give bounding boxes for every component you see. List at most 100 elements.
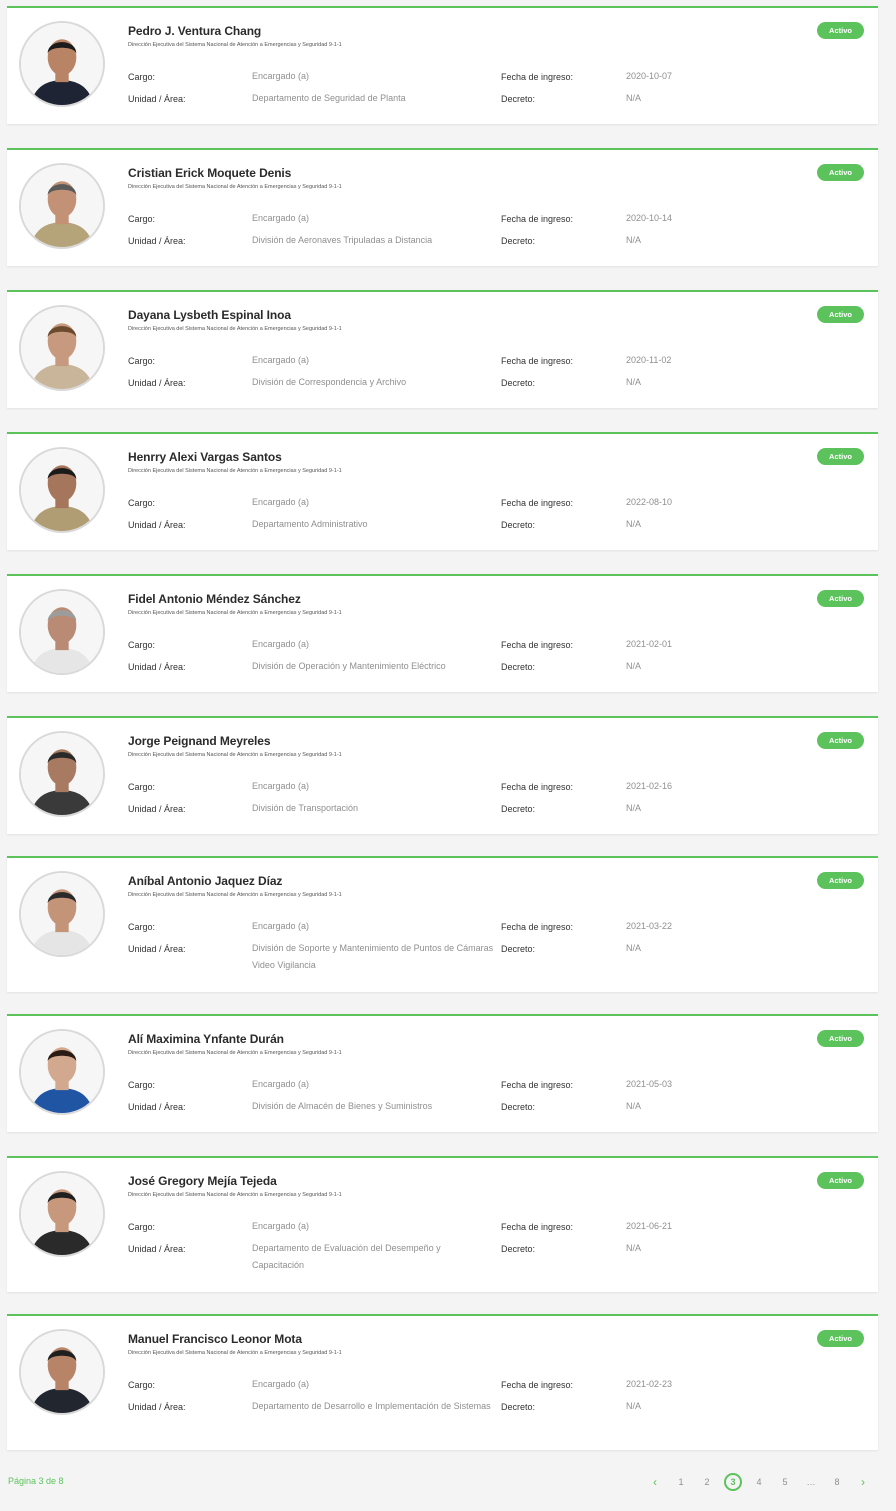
cargo-label: Cargo: — [128, 214, 156, 224]
unidad-value: División de Correspondencia y Archivo — [252, 377, 407, 387]
avatar — [19, 163, 105, 249]
pager: ‹ 1 2 3 4 5 … 8 › — [642, 1471, 876, 1493]
decreto-value: N/A — [626, 803, 642, 813]
unidad-value: Departamento Administrativo — [252, 519, 368, 529]
fecha-value: 2021-02-16 — [626, 781, 673, 791]
employee-name: Jorge Peignand Meyreles — [128, 734, 271, 748]
cargo-label: Cargo: — [128, 1222, 156, 1232]
fecha-label: Fecha de ingreso: — [501, 498, 574, 508]
cargo-value: Encargado (a) — [252, 1221, 310, 1231]
decreto-value: N/A — [626, 661, 642, 671]
avatar — [19, 21, 105, 107]
fecha-label: Fecha de ingreso: — [501, 782, 574, 792]
unidad-label: Unidad / Área: — [128, 944, 186, 954]
employee-card: Dayana Lysbeth Espinal Inoa Dirección Eje… — [7, 290, 878, 408]
cargo-label: Cargo: — [128, 640, 156, 650]
decreto-label: Decreto: — [501, 1244, 536, 1254]
unidad-label: Unidad / Área: — [128, 804, 186, 814]
unidad-value: División de Almacén de Bienes y Suminist… — [252, 1101, 433, 1111]
fecha-label: Fecha de ingreso: — [501, 72, 574, 82]
employee-name: Fidel Antonio Méndez Sánchez — [128, 592, 301, 606]
avatar — [19, 305, 105, 391]
unidad-label: Unidad / Área: — [128, 520, 186, 530]
status-badge: Activo — [817, 164, 864, 181]
avatar — [19, 1029, 105, 1115]
page-8[interactable]: 8 — [824, 1471, 850, 1493]
employee-name: José Gregory Mejía Tejeda — [128, 1174, 277, 1188]
page-3-current[interactable]: 3 — [720, 1471, 746, 1493]
page-2[interactable]: 2 — [694, 1471, 720, 1493]
fecha-label: Fecha de ingreso: — [501, 214, 574, 224]
employee-card: Fidel Antonio Méndez Sánchez Dirección Ej… — [7, 574, 878, 692]
decreto-value: N/A — [626, 235, 642, 245]
employee-organization: Dirección Ejecutiva del Sistema Nacional… — [128, 1192, 342, 1198]
employee-name: Cristian Erick Moquete Denis — [128, 166, 292, 180]
unidad-value: Departamento de Desarrollo e Implementac… — [252, 1401, 491, 1411]
chevron-right-icon[interactable]: › — [850, 1471, 876, 1493]
status-badge: Activo — [817, 590, 864, 607]
employee-name: Manuel Francisco Leonor Mota — [128, 1332, 302, 1346]
avatar — [19, 447, 105, 533]
unidad-value: División de Operación y Mantenimiento El… — [252, 661, 446, 671]
unidad-label: Unidad / Área: — [128, 378, 186, 388]
fecha-label: Fecha de ingreso: — [501, 356, 574, 366]
page-info: Página 3 de 8 — [8, 1476, 64, 1486]
employee-card: Cristian Erick Moquete Denis Dirección Ej… — [7, 148, 878, 266]
employee-organization: Dirección Ejecutiva del Sistema Nacional… — [128, 468, 342, 474]
employee-name: Henrry Alexi Vargas Santos — [128, 450, 282, 464]
fecha-value: 2020-11-02 — [626, 355, 672, 365]
fecha-label: Fecha de ingreso: — [501, 922, 574, 932]
status-badge: Activo — [817, 732, 864, 749]
decreto-value: N/A — [626, 943, 642, 953]
status-badge: Activo — [817, 872, 864, 889]
cargo-value: Encargado (a) — [252, 1379, 310, 1389]
employee-card: Pedro J. Ventura Chang Dirección Ejecutiv… — [7, 6, 878, 124]
fecha-value: 2021-02-01 — [626, 639, 673, 649]
unidad-label: Unidad / Área: — [128, 1102, 186, 1112]
fecha-value: 2020-10-07 — [626, 71, 673, 81]
fecha-label: Fecha de ingreso: — [501, 1222, 574, 1232]
cargo-label: Cargo: — [128, 1380, 156, 1390]
decreto-label: Decreto: — [501, 94, 536, 104]
fecha-label: Fecha de ingreso: — [501, 1380, 574, 1390]
page-4[interactable]: 4 — [746, 1471, 772, 1493]
page-5[interactable]: 5 — [772, 1471, 798, 1493]
decreto-value: N/A — [626, 377, 642, 387]
page-1[interactable]: 1 — [668, 1471, 694, 1493]
cargo-value: Encargado (a) — [252, 497, 310, 507]
avatar — [19, 1329, 105, 1415]
cargo-value: Encargado (a) — [252, 639, 310, 649]
employee-organization: Dirección Ejecutiva del Sistema Nacional… — [128, 1050, 342, 1056]
fecha-value: 2021-06-21 — [626, 1221, 673, 1231]
unidad-label: Unidad / Área: — [128, 236, 186, 246]
employee-organization: Dirección Ejecutiva del Sistema Nacional… — [128, 610, 342, 616]
employee-organization: Dirección Ejecutiva del Sistema Nacional… — [128, 42, 342, 48]
decreto-label: Decreto: — [501, 804, 536, 814]
unidad-label: Unidad / Área: — [128, 1402, 186, 1412]
cargo-label: Cargo: — [128, 1080, 156, 1090]
cargo-label: Cargo: — [128, 922, 156, 932]
fecha-value: 2021-02-23 — [626, 1379, 673, 1389]
chevron-left-icon[interactable]: ‹ — [642, 1471, 668, 1493]
employee-organization: Dirección Ejecutiva del Sistema Nacional… — [128, 1350, 342, 1356]
decreto-label: Decreto: — [501, 520, 536, 530]
employee-card: Henrry Alexi Vargas Santos Dirección Ejec… — [7, 432, 878, 550]
cargo-label: Cargo: — [128, 356, 156, 366]
employee-organization: Dirección Ejecutiva del Sistema Nacional… — [128, 892, 342, 898]
employee-organization: Dirección Ejecutiva del Sistema Nacional… — [128, 326, 342, 332]
decreto-label: Decreto: — [501, 378, 536, 388]
employee-name: Aníbal Antonio Jaquez Díaz — [128, 874, 283, 888]
unidad-value: División de Transportación — [252, 803, 359, 813]
cargo-label: Cargo: — [128, 72, 156, 82]
unidad-label: Unidad / Área: — [128, 1244, 186, 1254]
fecha-value: 2022-08-10 — [626, 497, 673, 507]
unidad-value: Departamento de Evaluación del Desempeño… — [252, 1243, 441, 1270]
employee-card: José Gregory Mejía Tejeda Dirección Ejecu… — [7, 1156, 878, 1292]
employee-card: Alí Maximina Ynfante Durán Dirección Ejec… — [7, 1014, 878, 1132]
avatar — [19, 1171, 105, 1257]
unidad-value: Departamento de Seguridad de Planta — [252, 93, 406, 103]
unidad-label: Unidad / Área: — [128, 94, 186, 104]
employee-card: Jorge Peignand Meyreles Dirección Ejecuti… — [7, 716, 878, 834]
avatar — [19, 731, 105, 817]
avatar — [19, 589, 105, 675]
